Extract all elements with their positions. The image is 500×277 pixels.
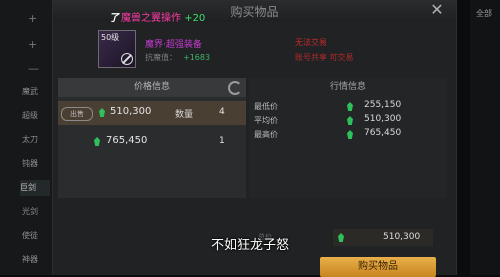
listing-quantity: 4 — [219, 107, 225, 117]
price-info-title: 价格信息 — [58, 78, 246, 97]
quantity-label: 数量 — [175, 110, 194, 120]
item-icon[interactable]: 50级 — [98, 30, 136, 68]
item-stat-label: 抗魔值： — [145, 53, 177, 62]
expand-icon[interactable]: + — [28, 38, 37, 51]
listing-quantity: 1 — [219, 136, 225, 146]
avg-price-value: 510,300 — [364, 114, 402, 124]
item-name: 魔界·超强装备 — [145, 40, 202, 50]
min-price-label: 最低价 — [254, 102, 278, 111]
item-restriction-2: 账号共享 可交易 — [295, 53, 354, 62]
market-info-panel: 行情信息 最低价 255,150 平均价 510,300 最高价 765,450 — [249, 78, 447, 198]
buy-item-button[interactable]: 购买物品 — [320, 257, 436, 277]
sale-tag: 出售 — [61, 107, 93, 121]
filter-all-label[interactable]: 全部 — [476, 8, 492, 19]
sidebar-item[interactable]: 神器 — [22, 252, 48, 268]
listing-price: 765,450 — [106, 135, 148, 146]
announcement-text: 魔兽之翼操作 — [121, 13, 181, 24]
market-info-title: 行情信息 — [329, 82, 366, 92]
video-subtitle: 不如狂龙子怒 — [210, 238, 289, 253]
sidebar-item[interactable]: 光剑 — [22, 204, 48, 220]
avg-price-label: 平均价 — [254, 116, 278, 125]
gem-currency-icon — [347, 130, 353, 139]
announcement-prefix: 了 — [109, 13, 119, 24]
item-level-badge: 50级 — [101, 33, 120, 42]
listing-price: 510,300 — [110, 106, 152, 117]
item-restriction-1: 无法交易 — [295, 38, 327, 47]
max-price-value: 765,450 — [364, 128, 402, 138]
sidebar-item[interactable]: 钝器 — [22, 156, 48, 172]
sidebar-item[interactable]: 太刀 — [22, 132, 48, 148]
close-button[interactable]: ✕ — [428, 1, 446, 19]
gem-currency-icon — [347, 116, 353, 125]
system-announcement: 了魔兽之翼操作 +20 — [109, 9, 205, 24]
listing-row-selected[interactable]: 出售 510,300 数量 4 — [58, 101, 246, 125]
untradeable-icon — [121, 53, 133, 65]
sidebar-item[interactable]: 魔武 — [22, 84, 48, 100]
announcement-bonus: +20 — [184, 13, 206, 24]
gem-currency-icon — [94, 137, 100, 146]
price-info-panel: 价格信息 出售 510,300 数量 4 765,450 1 — [58, 78, 246, 198]
gem-currency-icon — [347, 102, 353, 111]
min-price-value: 255,150 — [364, 100, 402, 110]
expand-icon[interactable]: + — [28, 12, 37, 25]
sidebar-item[interactable]: 超级 — [22, 108, 48, 124]
max-price-label: 最高价 — [254, 130, 278, 139]
item-stat-value: +1683 — [183, 53, 211, 62]
collapse-icon[interactable]: — — [28, 62, 39, 75]
sidebar-item-active[interactable]: 巨剑 — [20, 180, 50, 196]
refresh-icon[interactable] — [228, 81, 242, 95]
listing-row[interactable]: 765,450 1 — [58, 129, 246, 153]
item-stat: 抗魔值： +1683 — [145, 52, 210, 63]
gem-currency-icon — [99, 108, 105, 117]
